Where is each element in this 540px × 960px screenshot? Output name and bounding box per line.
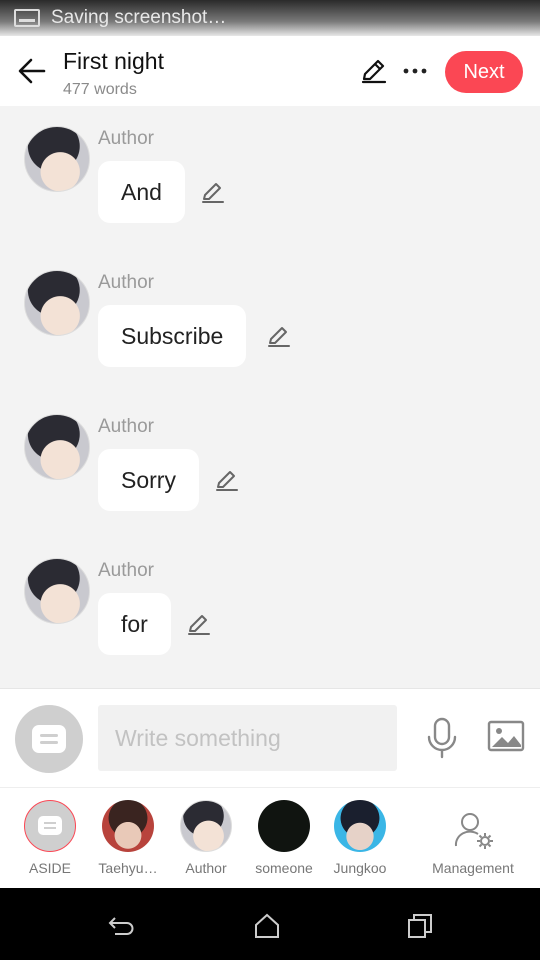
speaker-name: Author xyxy=(98,272,154,293)
page-title: First night xyxy=(63,48,164,74)
edit-message-icon[interactable] xyxy=(266,324,292,350)
character-bar: ASIDE Taehyu… Author someone Jungkoo Man… xyxy=(0,787,540,888)
character-avatar xyxy=(180,800,232,852)
message-bubble[interactable]: Subscribe xyxy=(98,305,247,367)
recents-nav-icon[interactable] xyxy=(406,912,434,940)
edit-icon[interactable] xyxy=(360,57,388,85)
compose-bar xyxy=(0,688,540,787)
microphone-icon[interactable] xyxy=(425,717,459,761)
message-item: Author Sorry xyxy=(0,394,540,534)
chat-bubble-icon xyxy=(32,725,66,753)
message-bubble[interactable]: And xyxy=(98,161,185,223)
status-text: Saving screenshot… xyxy=(51,7,227,28)
aside-toggle-button[interactable] xyxy=(15,705,83,773)
character-avatar xyxy=(334,800,386,852)
message-bubble[interactable]: Sorry xyxy=(98,449,199,511)
character-name: someone xyxy=(255,860,313,876)
message-item: Author Subscribe xyxy=(0,250,540,390)
character-someone[interactable]: someone xyxy=(246,800,322,888)
status-bar: Saving screenshot… xyxy=(0,0,540,36)
character-name: Author xyxy=(185,860,227,876)
character-author[interactable]: Author xyxy=(168,800,244,888)
character-jungkook[interactable]: Jungkoo xyxy=(322,800,398,888)
edit-message-icon[interactable] xyxy=(214,468,240,494)
message-list: Author And Author Subscribe Author Sorry… xyxy=(0,106,540,688)
author-avatar[interactable] xyxy=(24,126,90,192)
character-aside[interactable]: ASIDE xyxy=(12,800,88,888)
message-input[interactable] xyxy=(98,705,397,771)
message-item: Author for xyxy=(0,538,540,678)
header: First night 477 words Next xyxy=(0,36,540,106)
character-avatar xyxy=(102,800,154,852)
edit-message-icon[interactable] xyxy=(186,612,212,638)
back-nav-icon[interactable] xyxy=(107,912,135,940)
management-label: Management xyxy=(432,860,514,876)
more-icon[interactable] xyxy=(400,58,430,84)
character-avatar xyxy=(258,800,310,852)
speaker-name: Author xyxy=(98,416,154,437)
next-button[interactable]: Next xyxy=(445,51,523,93)
character-name: Taehyu… xyxy=(98,860,158,876)
home-nav-icon[interactable] xyxy=(253,912,281,940)
message-item: Author And xyxy=(0,106,540,246)
character-name: ASIDE xyxy=(28,860,71,876)
message-bubble[interactable]: for xyxy=(98,593,171,655)
user-settings-icon xyxy=(454,813,493,849)
author-avatar[interactable] xyxy=(24,558,90,624)
speaker-name: Author xyxy=(98,128,154,149)
system-nav-bar xyxy=(0,888,540,960)
edit-message-icon[interactable] xyxy=(200,180,226,206)
word-count: 477 words xyxy=(63,81,137,98)
author-avatar[interactable] xyxy=(24,414,90,480)
aside-avatar xyxy=(24,800,76,852)
image-icon[interactable] xyxy=(487,719,525,753)
management-button[interactable]: Management xyxy=(428,800,518,888)
screenshot-icon xyxy=(14,9,40,27)
character-name: Jungkoo xyxy=(333,860,387,876)
author-avatar[interactable] xyxy=(24,270,90,336)
character-taehyung[interactable]: Taehyu… xyxy=(90,800,166,888)
back-arrow-icon[interactable] xyxy=(16,56,48,86)
speaker-name: Author xyxy=(98,560,154,581)
chat-bubble-icon xyxy=(38,816,62,835)
